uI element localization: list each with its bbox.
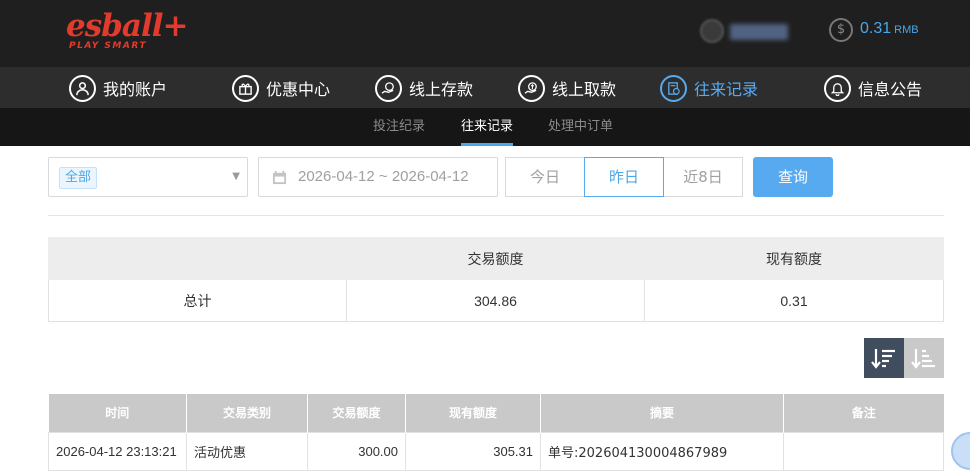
withdraw-icon	[518, 74, 545, 102]
balance-currency: RMB	[894, 24, 919, 36]
summary-table: 交易额度 现有额度 总计 304.86 0.31	[48, 237, 944, 322]
record-icon	[660, 74, 687, 102]
summary-header-cell: 交易额度	[346, 237, 645, 280]
main-nav: 我的账户 优惠中心 线上存款 线上取款 往来记录 信息公告	[0, 67, 970, 108]
cell-summary: 单号:202604130004867989	[540, 431, 784, 471]
logo-tagline: PLAY SMART	[69, 41, 147, 51]
cell-note	[783, 431, 944, 471]
cell-amount: 300.00	[307, 431, 406, 471]
subtab-transaction-records[interactable]: 往来记录	[461, 108, 514, 146]
total-amount: 304.86	[346, 279, 645, 322]
balance-value: 0.31	[860, 20, 892, 37]
cell-time: 2026-04-12 23:13:21	[48, 431, 187, 471]
subtab-pending-orders[interactable]: 处理中订单	[548, 108, 613, 146]
summary-total-row: 总计 304.86 0.31	[48, 279, 944, 322]
selected-type-tag[interactable]: 全部	[59, 167, 98, 189]
sort-ascending-icon	[911, 349, 935, 369]
gift-icon	[232, 74, 259, 102]
column-header-amount[interactable]: 交易额度	[307, 394, 406, 432]
transaction-type-select[interactable]: 全部 ▼	[48, 157, 248, 197]
summary-header-row: 交易额度 现有额度	[48, 237, 944, 280]
total-label: 总计	[48, 279, 347, 322]
summary-header-cell	[48, 237, 347, 280]
brand-logo[interactable]: esball+ PLAY SMART	[66, 8, 188, 54]
column-header-note[interactable]: 备注	[783, 394, 944, 432]
column-header-time[interactable]: 时间	[48, 394, 187, 432]
nav-promotions[interactable]: 优惠中心	[232, 72, 330, 104]
cell-type: 活动优惠	[186, 431, 308, 471]
nav-label: 线上取款	[552, 80, 617, 99]
nav-my-account[interactable]: 我的账户	[69, 72, 167, 104]
nav-label: 我的账户	[103, 80, 168, 99]
nav-transaction-records[interactable]: 往来记录	[660, 72, 758, 104]
nav-label: 往来记录	[694, 80, 759, 99]
transactions-table: 时间 交易类别 交易额度 现有额度 摘要 备注 2026-04-12 23:13…	[48, 394, 944, 471]
column-header-balance[interactable]: 现有额度	[405, 394, 541, 432]
subtab-bet-records[interactable]: 投注纪录	[373, 108, 425, 146]
dropdown-caret-icon: ▼	[232, 171, 240, 182]
column-header-summary[interactable]: 摘要	[540, 394, 784, 432]
floating-help-button[interactable]	[951, 432, 970, 470]
date-range-value: 2026-04-12 ~ 2026-04-12	[298, 168, 469, 185]
top-header: esball+ PLAY SMART $ 0.31 RMB	[0, 0, 970, 67]
user-icon	[69, 74, 96, 102]
sort-ascending-button[interactable]	[904, 338, 944, 378]
nav-label: 信息公告	[858, 80, 923, 99]
table-header-row: 时间 交易类别 交易额度 现有额度 摘要 备注	[48, 394, 944, 432]
nav-label: 线上存款	[409, 80, 474, 99]
table-row: 2026-04-12 23:13:21 活动优惠 300.00 305.31 单…	[48, 431, 944, 471]
column-header-type[interactable]: 交易类别	[186, 394, 308, 432]
summary-header-cell: 现有额度	[644, 237, 944, 280]
nav-label: 优惠中心	[266, 80, 331, 99]
divider	[48, 215, 944, 216]
range-today-button[interactable]: 今日	[505, 157, 585, 197]
sub-nav: 投注纪录 往来记录 处理中订单	[0, 108, 970, 146]
bell-icon	[824, 74, 851, 102]
calendar-icon	[272, 170, 287, 185]
deposit-icon	[375, 74, 402, 102]
account-balance: 0.31 RMB	[860, 20, 919, 38]
sort-descending-button[interactable]	[864, 338, 904, 378]
cell-balance: 305.31	[405, 431, 541, 471]
range-last-8-days-button[interactable]: 近8日	[663, 157, 743, 197]
logo-text: esball+	[66, 8, 188, 44]
range-yesterday-button[interactable]: 昨日	[584, 157, 664, 197]
total-balance: 0.31	[644, 279, 944, 322]
nav-online-withdraw[interactable]: 线上取款	[518, 72, 616, 104]
sort-descending-icon	[871, 349, 895, 369]
dollar-coin-icon: $	[829, 18, 853, 42]
query-button[interactable]: 查询	[753, 157, 833, 197]
nav-online-deposit[interactable]: 线上存款	[375, 72, 473, 104]
nav-announcements[interactable]: 信息公告	[824, 72, 922, 104]
date-range-picker[interactable]: 2026-04-12 ~ 2026-04-12	[258, 157, 498, 197]
username-redacted[interactable]	[730, 24, 788, 40]
user-avatar-icon[interactable]	[700, 19, 724, 43]
